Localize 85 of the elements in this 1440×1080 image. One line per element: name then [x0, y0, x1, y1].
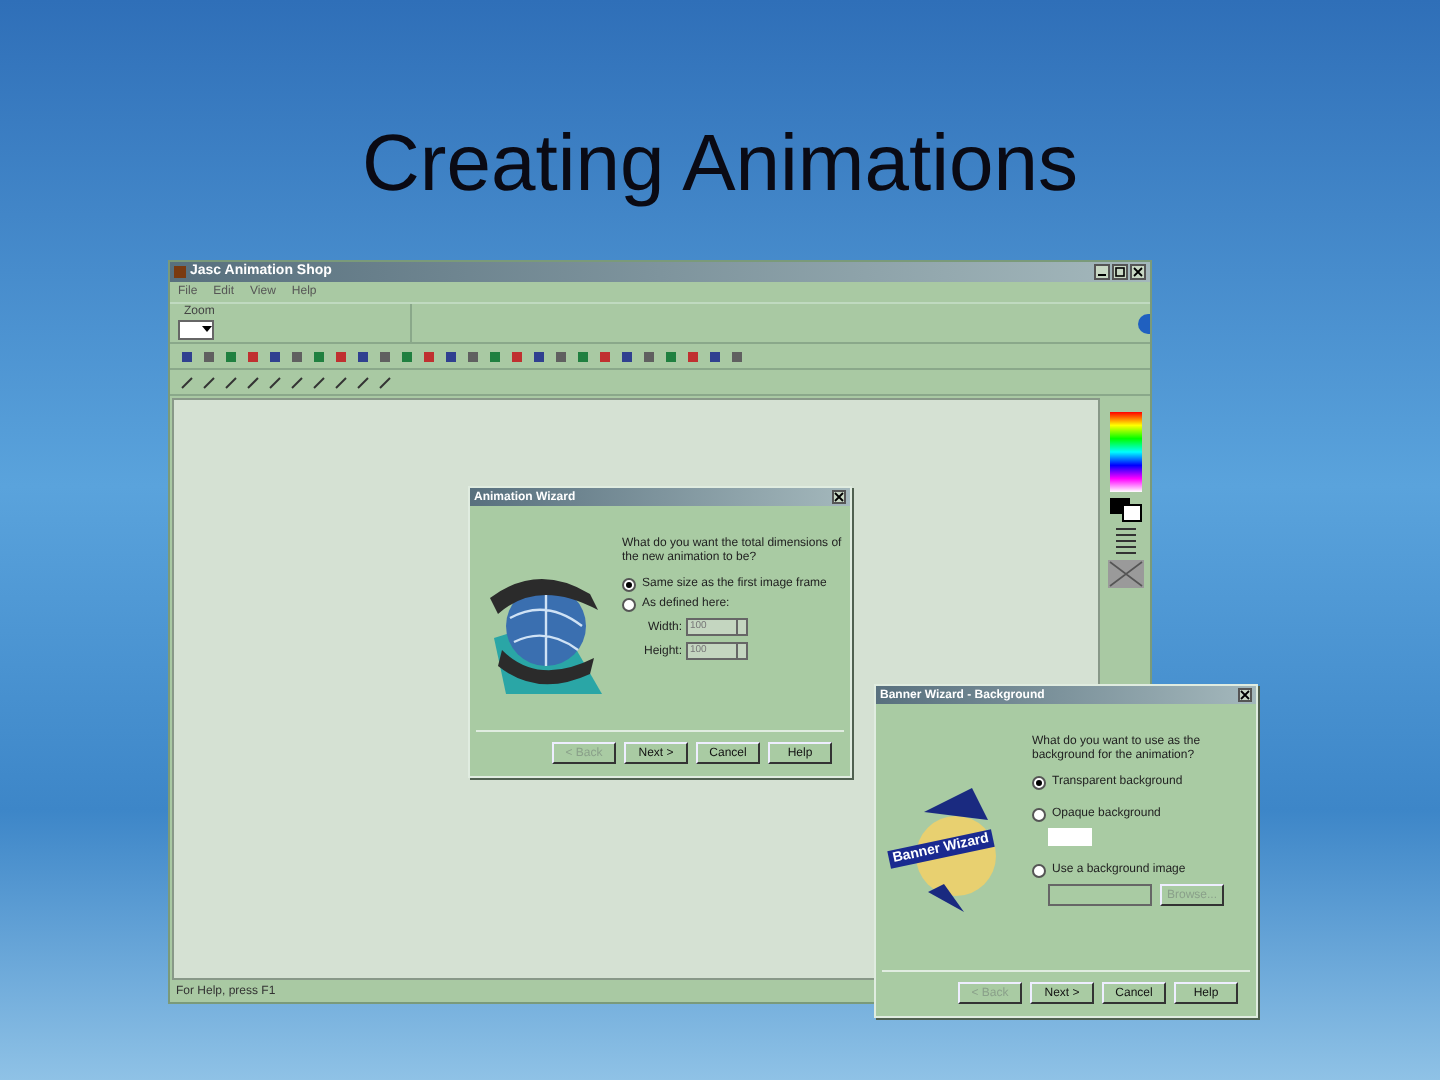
toolbar-button[interactable]	[286, 346, 306, 366]
line-icon	[179, 375, 193, 389]
square-icon	[377, 349, 391, 363]
line-icon	[267, 375, 281, 389]
toolbar-button[interactable]	[330, 372, 350, 392]
color-swatch-icon[interactable]	[1110, 498, 1142, 522]
square-icon	[597, 349, 611, 363]
square-icon	[663, 349, 677, 363]
square-icon	[443, 349, 457, 363]
line-icon	[355, 375, 369, 389]
toolbar-button[interactable]	[176, 346, 196, 366]
toolbar-button[interactable]	[528, 346, 548, 366]
square-icon	[333, 349, 347, 363]
square-icon	[311, 349, 325, 363]
toolbar-button[interactable]	[726, 346, 746, 366]
square-icon	[201, 349, 215, 363]
square-icon	[399, 349, 413, 363]
crossed-box-icon	[1108, 560, 1144, 588]
slide-title: Creating Animations	[360, 118, 1080, 204]
toolbar-button[interactable]	[704, 346, 724, 366]
close-icon	[1240, 690, 1250, 700]
toolbar-button[interactable]	[198, 346, 218, 366]
square-icon	[289, 349, 303, 363]
toolbar-button[interactable]	[264, 346, 284, 366]
minimize-button[interactable]	[1094, 264, 1110, 280]
close-button[interactable]	[1130, 264, 1146, 280]
toolbar-button[interactable]	[616, 346, 636, 366]
toolbar-button[interactable]	[330, 346, 350, 366]
square-icon	[245, 349, 259, 363]
square-icon	[685, 349, 699, 363]
square-icon	[179, 349, 193, 363]
color-spectrum[interactable]	[1110, 412, 1142, 492]
toolbar-button[interactable]	[264, 372, 284, 392]
square-icon	[729, 349, 743, 363]
toolbar-button[interactable]	[242, 372, 262, 392]
square-icon	[223, 349, 237, 363]
square-icon	[421, 349, 435, 363]
toolbar-button[interactable]	[352, 372, 372, 392]
line-icon	[377, 375, 391, 389]
toolbar-button[interactable]	[462, 346, 482, 366]
line-icon	[245, 375, 259, 389]
line-icon	[223, 375, 237, 389]
line-icon	[201, 375, 215, 389]
square-icon	[575, 349, 589, 363]
toolbar-button[interactable]	[594, 346, 614, 366]
toolbar-button[interactable]	[242, 346, 262, 366]
square-icon	[267, 349, 281, 363]
toolbar-button[interactable]	[220, 372, 240, 392]
square-icon	[465, 349, 479, 363]
maximize-button[interactable]	[1112, 264, 1128, 280]
globe-icon	[1138, 313, 1150, 333]
toolbar-button[interactable]	[374, 372, 394, 392]
toolbar-button[interactable]	[638, 346, 658, 366]
toolbar-button[interactable]	[440, 346, 460, 366]
square-icon	[619, 349, 633, 363]
maximize-icon	[1114, 266, 1126, 278]
square-icon	[531, 349, 545, 363]
square-icon	[355, 349, 369, 363]
square-icon	[553, 349, 567, 363]
toolbar-button[interactable]	[198, 372, 218, 392]
zoom-dropdown[interactable]	[178, 320, 214, 340]
toolbar-button[interactable]	[286, 372, 306, 392]
square-icon	[509, 349, 523, 363]
line-icon	[333, 375, 347, 389]
line-icon	[311, 375, 325, 389]
close-icon	[834, 492, 844, 502]
toolbar-button[interactable]	[352, 346, 372, 366]
toolbar-button[interactable]	[418, 346, 438, 366]
close-icon	[1132, 266, 1144, 278]
square-icon	[641, 349, 655, 363]
caret-icon	[202, 324, 212, 334]
close-button[interactable]	[832, 490, 846, 504]
toolbar-button[interactable]	[682, 346, 702, 366]
image-path-field[interactable]	[1048, 884, 1152, 906]
line-icon	[289, 375, 303, 389]
color-sample[interactable]	[1048, 828, 1092, 846]
square-icon	[707, 349, 721, 363]
toolbar-button[interactable]	[374, 346, 394, 366]
app-icon	[174, 266, 186, 278]
toolbar-button[interactable]	[550, 346, 570, 366]
toolbar-button[interactable]	[506, 346, 526, 366]
close-button[interactable]	[1238, 688, 1252, 702]
toolbar-button[interactable]	[176, 372, 196, 392]
toolbar-button[interactable]	[308, 372, 328, 392]
square-icon	[487, 349, 501, 363]
